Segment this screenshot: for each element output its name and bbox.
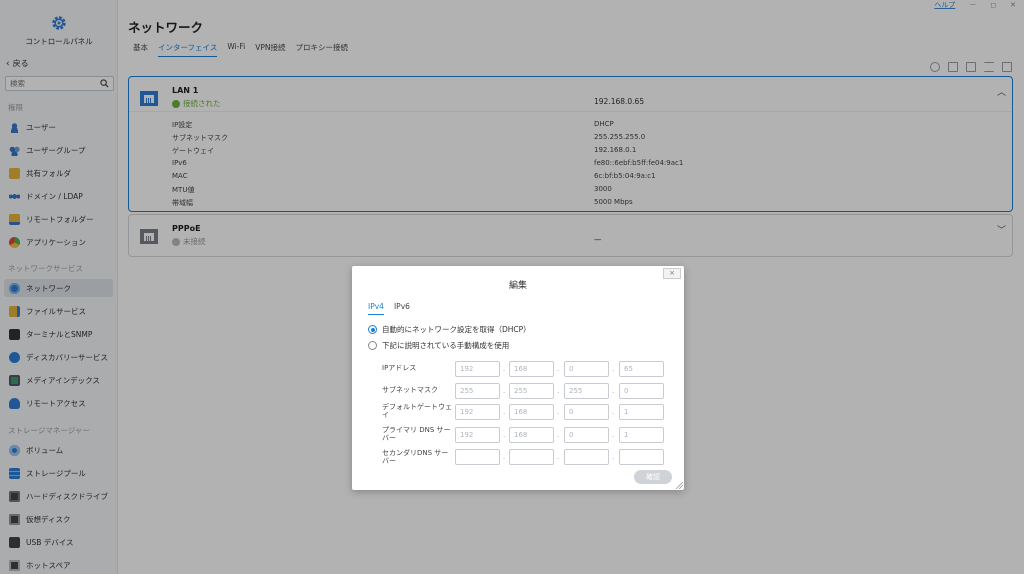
dns2-octet-2[interactable] [509,449,554,465]
radio-label: 下記に説明されている手動構成を使用 [382,341,510,350]
octet-separator: . [612,365,615,373]
ip-octet-3[interactable] [564,361,609,377]
secondary-dns-label: セカンダリDNS サーバー [382,449,449,465]
radio-label: 自動的にネットワーク設定を取得（DHCP） [382,325,531,334]
octet-separator: . [612,408,615,416]
octet-separator: . [612,387,615,395]
dialog-title: 編集 [508,281,527,291]
gateway-octet-3[interactable] [564,404,609,420]
octet-separator: . [503,408,506,416]
octet-separator: . [557,365,560,373]
octet-separator: . [612,453,615,461]
gateway-label: デフォルトゲートウェイ [382,403,452,419]
dns2-octet-3[interactable] [564,449,609,465]
ip-octet-4[interactable] [619,361,664,377]
octet-separator: . [503,453,506,461]
octet-separator: . [503,365,506,373]
radio-button[interactable] [368,325,377,334]
dns2-octet-1[interactable] [455,449,500,465]
octet-separator: . [557,408,560,416]
dns2-octet-4[interactable] [619,449,664,465]
radio-auto-dhcp[interactable]: 自動的にネットワーク設定を取得（DHCP） [368,324,531,335]
octet-separator: . [612,431,615,439]
octet-separator: . [503,431,506,439]
gateway-octet-2[interactable] [509,404,554,420]
subnet-mask-label: サブネットマスク [382,386,438,394]
subnet-octet-4[interactable] [619,383,664,399]
dns1-octet-1[interactable] [455,427,500,443]
subnet-octet-1[interactable] [455,383,500,399]
gateway-octet-4[interactable] [619,404,664,420]
confirm-button[interactable]: 確認 [634,470,672,484]
dns1-octet-4[interactable] [619,427,664,443]
ip-octet-2[interactable] [509,361,554,377]
dns1-octet-2[interactable] [509,427,554,443]
octet-separator: . [557,431,560,439]
radio-button[interactable] [368,341,377,350]
dns1-octet-3[interactable] [564,427,609,443]
radio-manual[interactable]: 下記に説明されている手動構成を使用 [368,340,509,351]
octet-separator: . [503,387,506,395]
ip-octet-1[interactable] [455,361,500,377]
subnet-octet-2[interactable] [509,383,554,399]
edit-dialog: × 編集 IPv4 IPv6 自動的にネットワーク設定を取得（DHCP） 下記に… [352,266,684,490]
subnet-octet-3[interactable] [564,383,609,399]
gateway-octet-1[interactable] [455,404,500,420]
tab-ipv4[interactable]: IPv4 [368,302,384,315]
octet-separator: . [557,387,560,395]
dialog-tabs: IPv4 IPv6 [368,302,410,315]
primary-dns-label: プライマリ DNS サーバー [382,426,451,442]
octet-separator: . [557,453,560,461]
resize-handle-icon[interactable] [675,481,683,489]
ip-address-label: IPアドレス [382,364,417,372]
tab-ipv6[interactable]: IPv6 [394,302,410,315]
